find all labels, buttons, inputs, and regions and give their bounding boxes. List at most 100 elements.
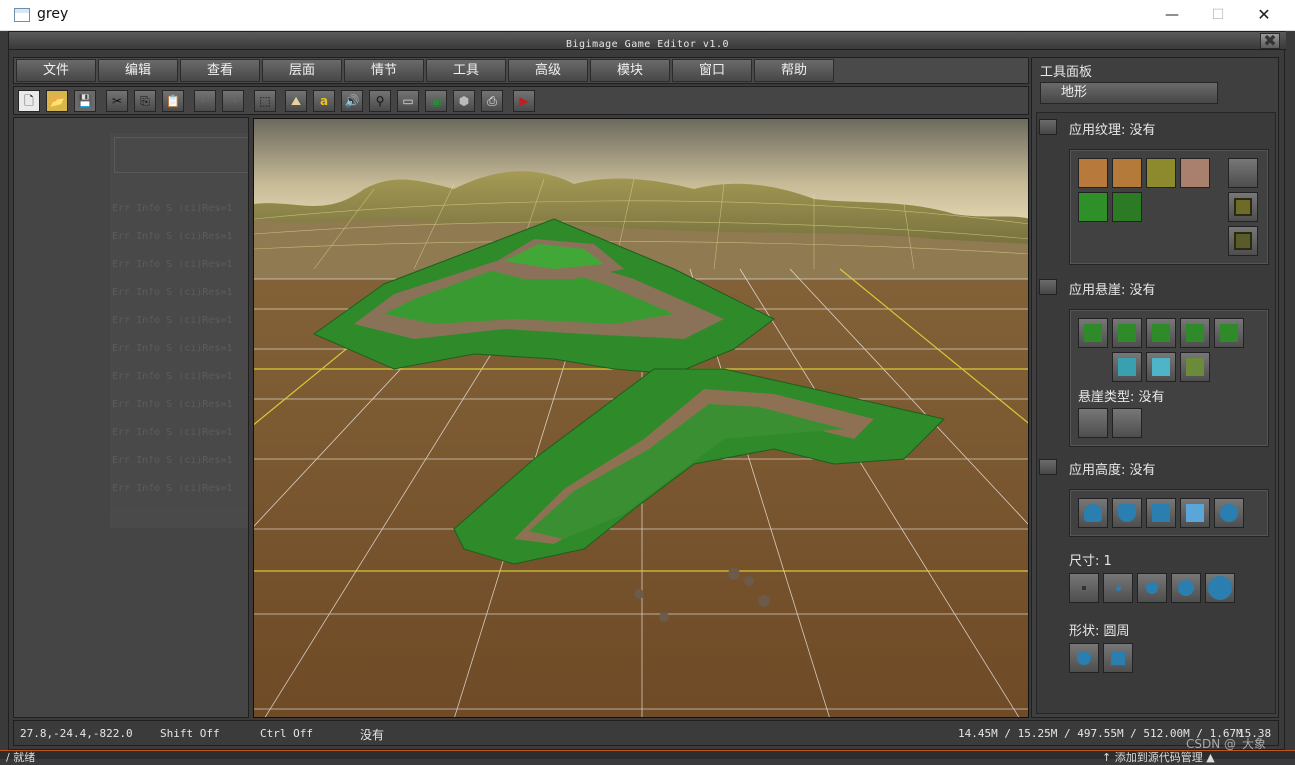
height-palette xyxy=(1069,489,1269,537)
cliff-type-button[interactable] xyxy=(1078,408,1108,438)
cliff-icon xyxy=(1118,324,1136,342)
apply-cliff-checkbox[interactable] xyxy=(1039,279,1057,295)
new-icon[interactable]: 🗋 xyxy=(18,90,40,112)
brush-size-1-button[interactable] xyxy=(1069,573,1099,603)
text-icon[interactable]: a xyxy=(313,90,335,112)
apply-height-label: 应用高度: 没有 xyxy=(1069,463,1156,478)
apply-height-checkbox[interactable] xyxy=(1039,459,1057,475)
terrain-icon[interactable]: ⛰ xyxy=(285,90,307,112)
menu-advanced[interactable]: 高级 xyxy=(508,59,588,82)
lower-icon[interactable] xyxy=(1112,498,1142,528)
open-icon[interactable]: 📂 xyxy=(46,90,68,112)
ide-ready-text: / 就绪 xyxy=(6,751,36,764)
log-header xyxy=(114,137,248,173)
raise-glyph xyxy=(1084,504,1102,522)
terrain-tab[interactable]: 地形 xyxy=(1040,82,1218,104)
noise-icon[interactable] xyxy=(1180,498,1210,528)
circle-icon xyxy=(1077,651,1091,665)
apply-texture-checkbox[interactable] xyxy=(1039,119,1057,135)
water-icon xyxy=(1152,358,1170,376)
maximize-button[interactable]: ☐ xyxy=(1195,0,1241,31)
brush-size-icon xyxy=(1208,576,1232,600)
texture-slot-button[interactable] xyxy=(1228,158,1258,188)
window-title: grey xyxy=(37,6,69,22)
ide-statusbar: / 就绪 ↑ 添加到源代码管理 ▲ xyxy=(0,750,1295,764)
texture-tile[interactable] xyxy=(1078,158,1108,188)
brush-size-4-button[interactable] xyxy=(1171,573,1201,603)
log-line: Err Info S (ci)Res=1 xyxy=(112,203,233,214)
lower-glyph xyxy=(1118,504,1136,522)
log-line: Err Info S (ci)Res=1 xyxy=(112,427,233,438)
ide-source-control[interactable]: ↑ 添加到源代码管理 ▲ xyxy=(1102,749,1215,765)
editor-window: Bigimage Game Editor v1.0 ✖ 文件 编辑 查看 层面 … xyxy=(8,31,1286,750)
terrain-render[interactable] xyxy=(254,119,1029,718)
brush-size-3-button[interactable] xyxy=(1137,573,1167,603)
texture-tile[interactable] xyxy=(1146,158,1176,188)
copy-icon[interactable]: ⎘ xyxy=(134,90,156,112)
ramp-icon xyxy=(1186,358,1204,376)
cliff-type-button[interactable] xyxy=(1112,408,1142,438)
terrain-viewport[interactable] xyxy=(253,118,1029,718)
plateau-icon[interactable] xyxy=(1146,498,1176,528)
doodad-icon[interactable]: ⬢ xyxy=(453,90,475,112)
shape-circle-button[interactable] xyxy=(1069,643,1099,673)
statusbar: 27.8,-24.4,-822.0 Shift Off Ctrl Off 没有 … xyxy=(13,720,1279,746)
texture-slot-icon xyxy=(1234,198,1252,216)
cliff-add2-button[interactable] xyxy=(1214,318,1244,348)
menu-module[interactable]: 模块 xyxy=(590,59,670,82)
select-icon[interactable]: ⬚ xyxy=(254,90,276,112)
undo-icon[interactable]: ↶ xyxy=(194,90,216,112)
menu-layer[interactable]: 层面 xyxy=(262,59,342,82)
cliff-water-button[interactable] xyxy=(1112,352,1142,382)
texture-tile[interactable] xyxy=(1180,158,1210,188)
camera-icon[interactable]: ▭ xyxy=(397,90,419,112)
raise-icon[interactable] xyxy=(1078,498,1108,528)
paste-icon[interactable]: 📋 xyxy=(162,90,184,112)
left-panel: Err Info S (ci)Res=1 Err Info S (ci)Res=… xyxy=(13,117,249,718)
shape-square-button[interactable] xyxy=(1103,643,1133,673)
unit-icon[interactable]: ⚲ xyxy=(369,90,391,112)
texture-tile[interactable] xyxy=(1078,192,1108,222)
plateau-glyph xyxy=(1152,504,1170,522)
cliff-palette: 悬崖类型: 没有 xyxy=(1069,309,1269,447)
cut-icon[interactable]: ✂ xyxy=(106,90,128,112)
apply-texture-label: 应用纹理: 没有 xyxy=(1069,123,1156,138)
brush-size-5-button[interactable] xyxy=(1205,573,1235,603)
close-button[interactable]: ✕ xyxy=(1241,0,1287,31)
log-line: Err Info S (ci)Res=1 xyxy=(112,483,233,494)
menu-tools[interactable]: 工具 xyxy=(426,59,506,82)
minimize-button[interactable]: — xyxy=(1149,0,1195,31)
smooth-icon[interactable] xyxy=(1214,498,1244,528)
texture-slot-button[interactable] xyxy=(1228,192,1258,222)
status-coords: 27.8,-24.4,-822.0 xyxy=(20,727,133,740)
region-icon[interactable]: ▣ xyxy=(425,90,447,112)
cliff-raise-button[interactable] xyxy=(1112,318,1142,348)
cliff-lower-button[interactable] xyxy=(1078,318,1108,348)
menu-window[interactable]: 窗口 xyxy=(672,59,752,82)
tool-panel-title: 工具面板 xyxy=(1040,65,1093,80)
menu-view[interactable]: 查看 xyxy=(180,59,260,82)
sound-icon[interactable]: 🔊 xyxy=(341,90,363,112)
redo-icon[interactable]: ↷ xyxy=(222,90,244,112)
menu-scenario[interactable]: 情节 xyxy=(344,59,424,82)
log-line: Err Info S (ci)Res=1 xyxy=(112,399,233,410)
cliff-deep-water-button[interactable] xyxy=(1146,352,1176,382)
menu-edit[interactable]: 编辑 xyxy=(98,59,178,82)
cliff-icon xyxy=(1220,324,1238,342)
texture-tile[interactable] xyxy=(1112,158,1142,188)
cliff-level-button[interactable] xyxy=(1146,318,1176,348)
save-icon[interactable]: 💾 xyxy=(74,90,96,112)
cliff-icon xyxy=(1186,324,1204,342)
menu-file[interactable]: 文件 xyxy=(16,59,96,82)
log-line: Err Info S (ci)Res=1 xyxy=(112,315,233,326)
water-icon xyxy=(1118,358,1136,376)
texture-tile[interactable] xyxy=(1112,192,1142,222)
brush-size-2-button[interactable] xyxy=(1103,573,1133,603)
test-map-icon[interactable]: ▶ xyxy=(513,90,535,112)
cliff-add-button[interactable] xyxy=(1180,318,1210,348)
export-icon[interactable]: ⎙ xyxy=(481,90,503,112)
editor-close-button[interactable]: ✖ xyxy=(1260,33,1280,49)
menu-help[interactable]: 帮助 xyxy=(754,59,834,82)
cliff-ramp-button[interactable] xyxy=(1180,352,1210,382)
texture-slot-button[interactable] xyxy=(1228,226,1258,256)
